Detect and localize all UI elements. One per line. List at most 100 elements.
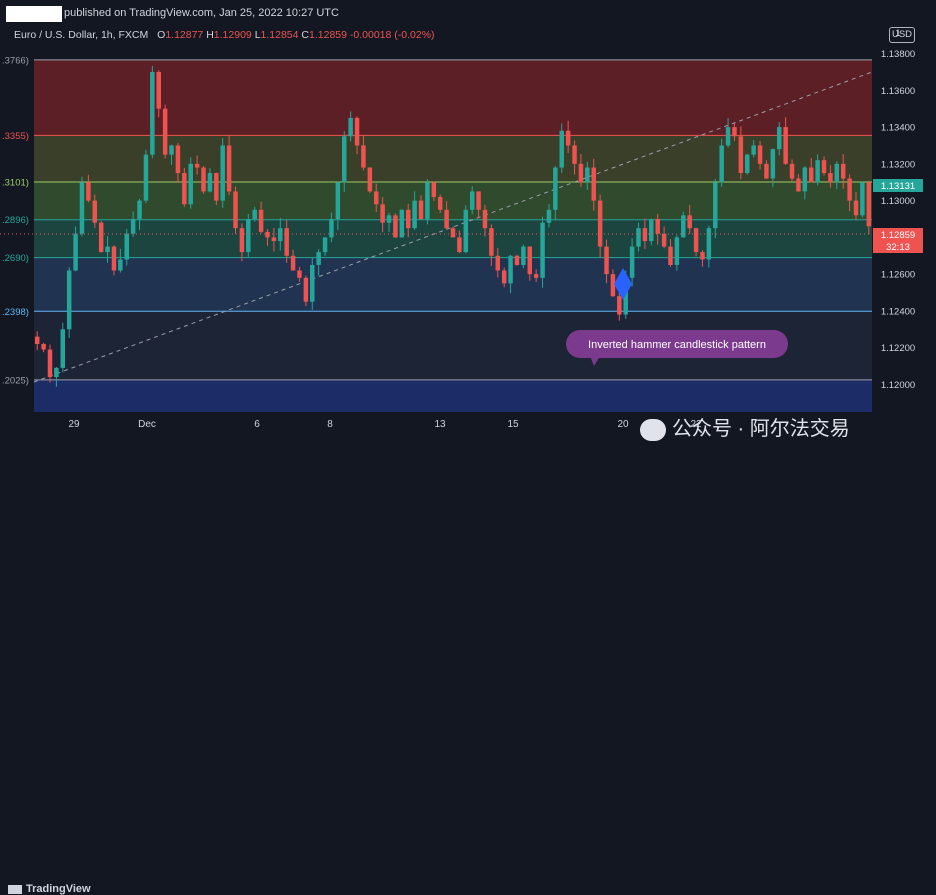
candle-body-24 bbox=[188, 163, 193, 205]
candle-body-18 bbox=[150, 71, 155, 155]
candle-body-15 bbox=[130, 219, 136, 234]
candle-body-94 bbox=[636, 228, 641, 247]
candle-body-107 bbox=[719, 145, 724, 183]
candle-body-67 bbox=[463, 209, 469, 253]
time-tick-1: Dec bbox=[138, 419, 156, 430]
candle-body-61 bbox=[425, 182, 430, 219]
last-price-label: 1.13131 bbox=[873, 179, 923, 192]
candle-body-66 bbox=[457, 237, 462, 253]
candle-body-65 bbox=[450, 228, 456, 238]
candle-body-51 bbox=[361, 145, 366, 168]
candle-body-6 bbox=[73, 233, 78, 271]
candle-body-72 bbox=[495, 255, 501, 271]
candle-body-7 bbox=[79, 182, 85, 234]
candle-body-60 bbox=[418, 200, 424, 219]
candle-body-46 bbox=[329, 219, 334, 238]
candle-body-108 bbox=[725, 127, 731, 146]
candle-body-47 bbox=[335, 182, 341, 219]
time-tick-5: 15 bbox=[507, 419, 519, 430]
current-price-text: 1.12859 bbox=[881, 230, 915, 241]
candle-body-80 bbox=[546, 209, 552, 223]
candle-body-126 bbox=[840, 163, 846, 179]
candle-body-45 bbox=[322, 237, 328, 253]
price-tick-8: 1.13600 bbox=[881, 86, 915, 97]
candle-body-23 bbox=[182, 173, 187, 205]
price-tick-0: 1.12000 bbox=[881, 380, 915, 391]
candle-body-71 bbox=[489, 228, 494, 256]
candle-body-77 bbox=[527, 246, 533, 275]
candle-body-86 bbox=[585, 167, 590, 183]
price-tick-2: 1.12400 bbox=[881, 306, 915, 317]
candle-body-49 bbox=[348, 117, 353, 137]
candle-body-90 bbox=[610, 274, 616, 297]
candle-body-123 bbox=[821, 160, 827, 174]
candle-body-26 bbox=[201, 167, 206, 192]
time-axis[interactable]: 29 Dec 6 8 13 15 20 22 bbox=[68, 419, 702, 430]
price-chart[interactable]: 11.120001.122001.124001.126001.128001.13… bbox=[0, 0, 936, 464]
candle-body-127 bbox=[847, 178, 852, 201]
candle-body-91 bbox=[617, 296, 622, 315]
candle-body-62 bbox=[431, 182, 437, 197]
candle-body-10 bbox=[98, 222, 104, 253]
time-tick-3: 8 bbox=[327, 419, 333, 430]
candle-body-95 bbox=[642, 228, 648, 242]
time-tick-0: 29 bbox=[68, 419, 80, 430]
candle-body-79 bbox=[540, 222, 545, 278]
candle-body-21 bbox=[169, 145, 174, 155]
candle-body-42 bbox=[303, 277, 309, 302]
candle-body-4 bbox=[60, 329, 66, 368]
candle-body-13 bbox=[118, 259, 123, 271]
current-price-label: 1.12859 32:13 bbox=[873, 228, 923, 253]
candle-body-2 bbox=[47, 349, 53, 378]
candle-body-3 bbox=[54, 367, 59, 378]
candle-body-33 bbox=[246, 219, 251, 253]
candle-body-98 bbox=[661, 233, 667, 247]
wechat-icon bbox=[640, 418, 666, 441]
candle-body-52 bbox=[367, 167, 373, 192]
fib-zone-6 bbox=[34, 379, 872, 412]
candle-body-114 bbox=[764, 163, 769, 179]
price-axis[interactable]: 11.120001.122001.124001.126001.128001.13… bbox=[881, 28, 915, 391]
tv-brand-text: TradingView bbox=[26, 883, 91, 895]
candle-body-44 bbox=[316, 252, 321, 265]
candle-body-68 bbox=[469, 191, 475, 210]
candle-body-128 bbox=[853, 200, 859, 216]
candle-body-99 bbox=[668, 246, 673, 265]
time-tick-4: 13 bbox=[434, 419, 446, 430]
candle-body-88 bbox=[597, 200, 603, 247]
candle-body-125 bbox=[834, 163, 840, 183]
candle-body-81 bbox=[553, 167, 558, 210]
watermark-text: 公众号 · 阿尔法交易 bbox=[672, 418, 850, 440]
fib-label-4: .2690) bbox=[2, 253, 29, 264]
candle-body-82 bbox=[559, 130, 564, 168]
candle-body-16 bbox=[137, 200, 142, 219]
candle-body-55 bbox=[386, 215, 392, 223]
tradingview-logo[interactable]: TradingView bbox=[8, 883, 91, 895]
price-tick-6: 1.13200 bbox=[881, 159, 915, 170]
candle-body-36 bbox=[265, 231, 270, 238]
price-axis-top-label: 1 bbox=[895, 28, 900, 39]
candle-body-105 bbox=[706, 228, 712, 260]
candle-body-41 bbox=[297, 270, 302, 278]
candle-body-14 bbox=[124, 233, 129, 260]
candle-body-64 bbox=[444, 209, 449, 229]
candle-body-104 bbox=[700, 252, 705, 260]
fib-label-0: .3766) bbox=[2, 55, 29, 66]
candle-body-59 bbox=[412, 200, 417, 229]
candle-body-115 bbox=[770, 149, 776, 179]
candle-body-25 bbox=[194, 163, 200, 168]
candle-body-29 bbox=[220, 145, 225, 201]
candle-body-50 bbox=[354, 117, 360, 146]
candle-body-1 bbox=[41, 343, 46, 350]
fib-label-3: .2896) bbox=[2, 215, 29, 226]
candle-body-113 bbox=[757, 145, 763, 164]
candle-body-100 bbox=[674, 237, 680, 265]
candle-body-53 bbox=[373, 191, 379, 205]
watermark: 公众号 · 阿尔法交易 bbox=[640, 412, 850, 441]
candle-body-116 bbox=[777, 127, 782, 150]
candle-body-54 bbox=[380, 204, 385, 223]
countdown-text: 32:13 bbox=[886, 242, 910, 253]
candle-body-11 bbox=[105, 246, 110, 253]
candle-body-37 bbox=[271, 237, 277, 242]
price-tick-9: 1.13800 bbox=[881, 49, 915, 60]
